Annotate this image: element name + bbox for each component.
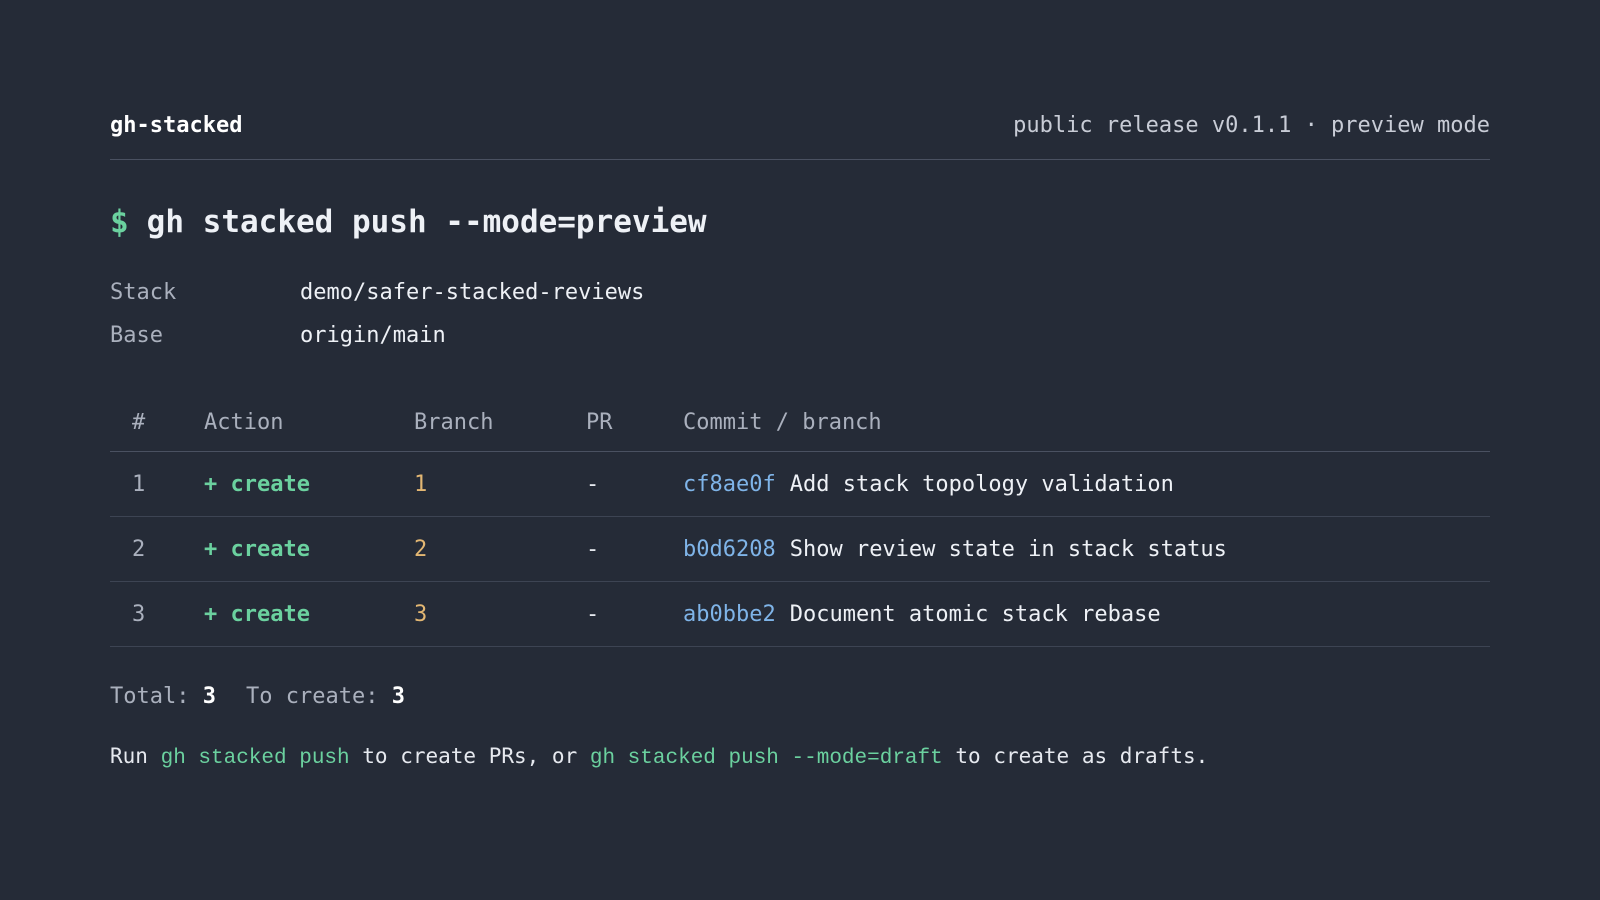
commit-sha: b0d6208	[683, 537, 776, 562]
to-create-label: To create:	[245, 684, 379, 709]
meta-stack-key: Stack	[110, 280, 177, 305]
command-text: gh stacked push --mode=preview	[146, 204, 707, 240]
row-action: + create	[204, 537, 310, 562]
usage-hint: Run gh stacked push to create PRs, or gh…	[110, 744, 1208, 770]
commit-message: Add stack topology validation	[789, 472, 1174, 497]
totals-summary: Total: 3 To create: 3	[110, 684, 405, 709]
column-header-action: Action	[204, 410, 284, 435]
row-number: 3	[132, 602, 146, 627]
push-plan-table: # Action Branch PR Commit / branch 1 + c…	[110, 398, 1490, 647]
row-commit: cf8ae0f Add stack topology validation	[683, 472, 1174, 497]
table-row: 2 + create 2 - b0d6208 Show review state …	[110, 517, 1490, 582]
row-commit: ab0bbe2 Document atomic stack rebase	[683, 602, 1161, 627]
to-create-value: 3	[391, 684, 405, 709]
commit-message: Show review state in stack status	[789, 537, 1227, 562]
meta-base-value: origin/main	[300, 323, 446, 348]
column-header-pr: PR	[586, 410, 613, 435]
row-number: 1	[132, 472, 146, 497]
hint-command-push: gh stacked push	[160, 747, 350, 770]
meta-stack: Stack demo/safer-stacked-reviews	[110, 280, 644, 305]
column-header-number: #	[132, 410, 146, 435]
total-value: 3	[202, 684, 216, 709]
row-action: + create	[204, 472, 310, 497]
row-commit: b0d6208 Show review state in stack status	[683, 537, 1227, 562]
hint-middle: to create PRs, or	[362, 744, 578, 768]
hint-suffix: to create as drafts.	[955, 744, 1209, 768]
column-header-branch: Branch	[414, 410, 494, 435]
row-branch: 2	[414, 537, 428, 562]
commit-sha: cf8ae0f	[683, 472, 776, 497]
table-row: 3 + create 3 - ab0bbe2 Document atomic st…	[110, 582, 1490, 647]
meta-base: Base origin/main	[110, 323, 446, 348]
row-branch: 1	[414, 472, 428, 497]
row-pr: -	[586, 537, 600, 562]
meta-base-key: Base	[110, 323, 163, 348]
commit-message: Document atomic stack rebase	[789, 602, 1161, 627]
hint-command-draft: gh stacked push --mode=draft	[589, 747, 943, 770]
meta-stack-value: demo/safer-stacked-reviews	[300, 280, 645, 305]
row-pr: -	[586, 602, 600, 627]
hint-prefix: Run	[110, 744, 148, 768]
top-bar: gh-stacked public release v0.1.1 · previ…	[110, 108, 1490, 160]
command-line: $ gh stacked push --mode=preview	[110, 204, 707, 240]
release-info: public release v0.1.1 · preview mode	[1013, 113, 1490, 138]
app-title: gh-stacked	[110, 113, 243, 138]
table-row: 1 + create 1 - cf8ae0f Add stack topology…	[110, 452, 1490, 517]
total-label: Total:	[110, 684, 190, 709]
row-pr: -	[586, 472, 600, 497]
row-number: 2	[132, 537, 146, 562]
terminal-output: gh-stacked public release v0.1.1 · previ…	[110, 0, 1490, 900]
row-action: + create	[204, 602, 310, 627]
commit-sha: ab0bbe2	[683, 602, 776, 627]
prompt-symbol: $	[110, 204, 129, 240]
table-header: # Action Branch PR Commit / branch	[110, 398, 1490, 452]
column-header-commit: Commit / branch	[683, 410, 882, 435]
row-branch: 3	[414, 602, 428, 627]
